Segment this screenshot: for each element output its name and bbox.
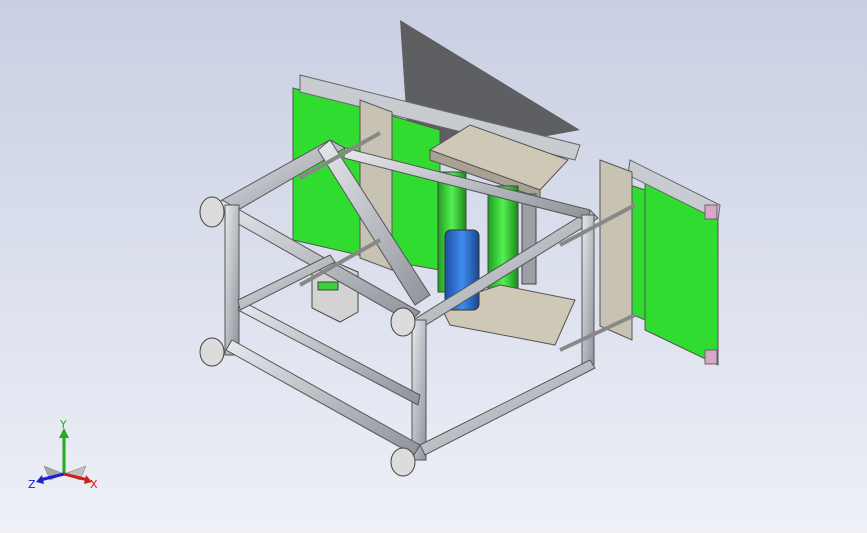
assembly-model[interactable]: [0, 0, 867, 533]
y-axis-label: Y: [59, 418, 67, 431]
foot-back-right: [390, 447, 416, 477]
right-mount-plate: [599, 159, 633, 341]
axis-triad: Y X Z: [28, 418, 98, 491]
foot-front-right: [390, 307, 416, 337]
foot-back-left: [199, 337, 225, 367]
foot-front-left: [199, 196, 225, 228]
x-axis-label: X: [90, 478, 98, 491]
cad-viewport[interactable]: Y X Z: [0, 0, 867, 533]
z-axis-label: Z: [28, 478, 36, 491]
